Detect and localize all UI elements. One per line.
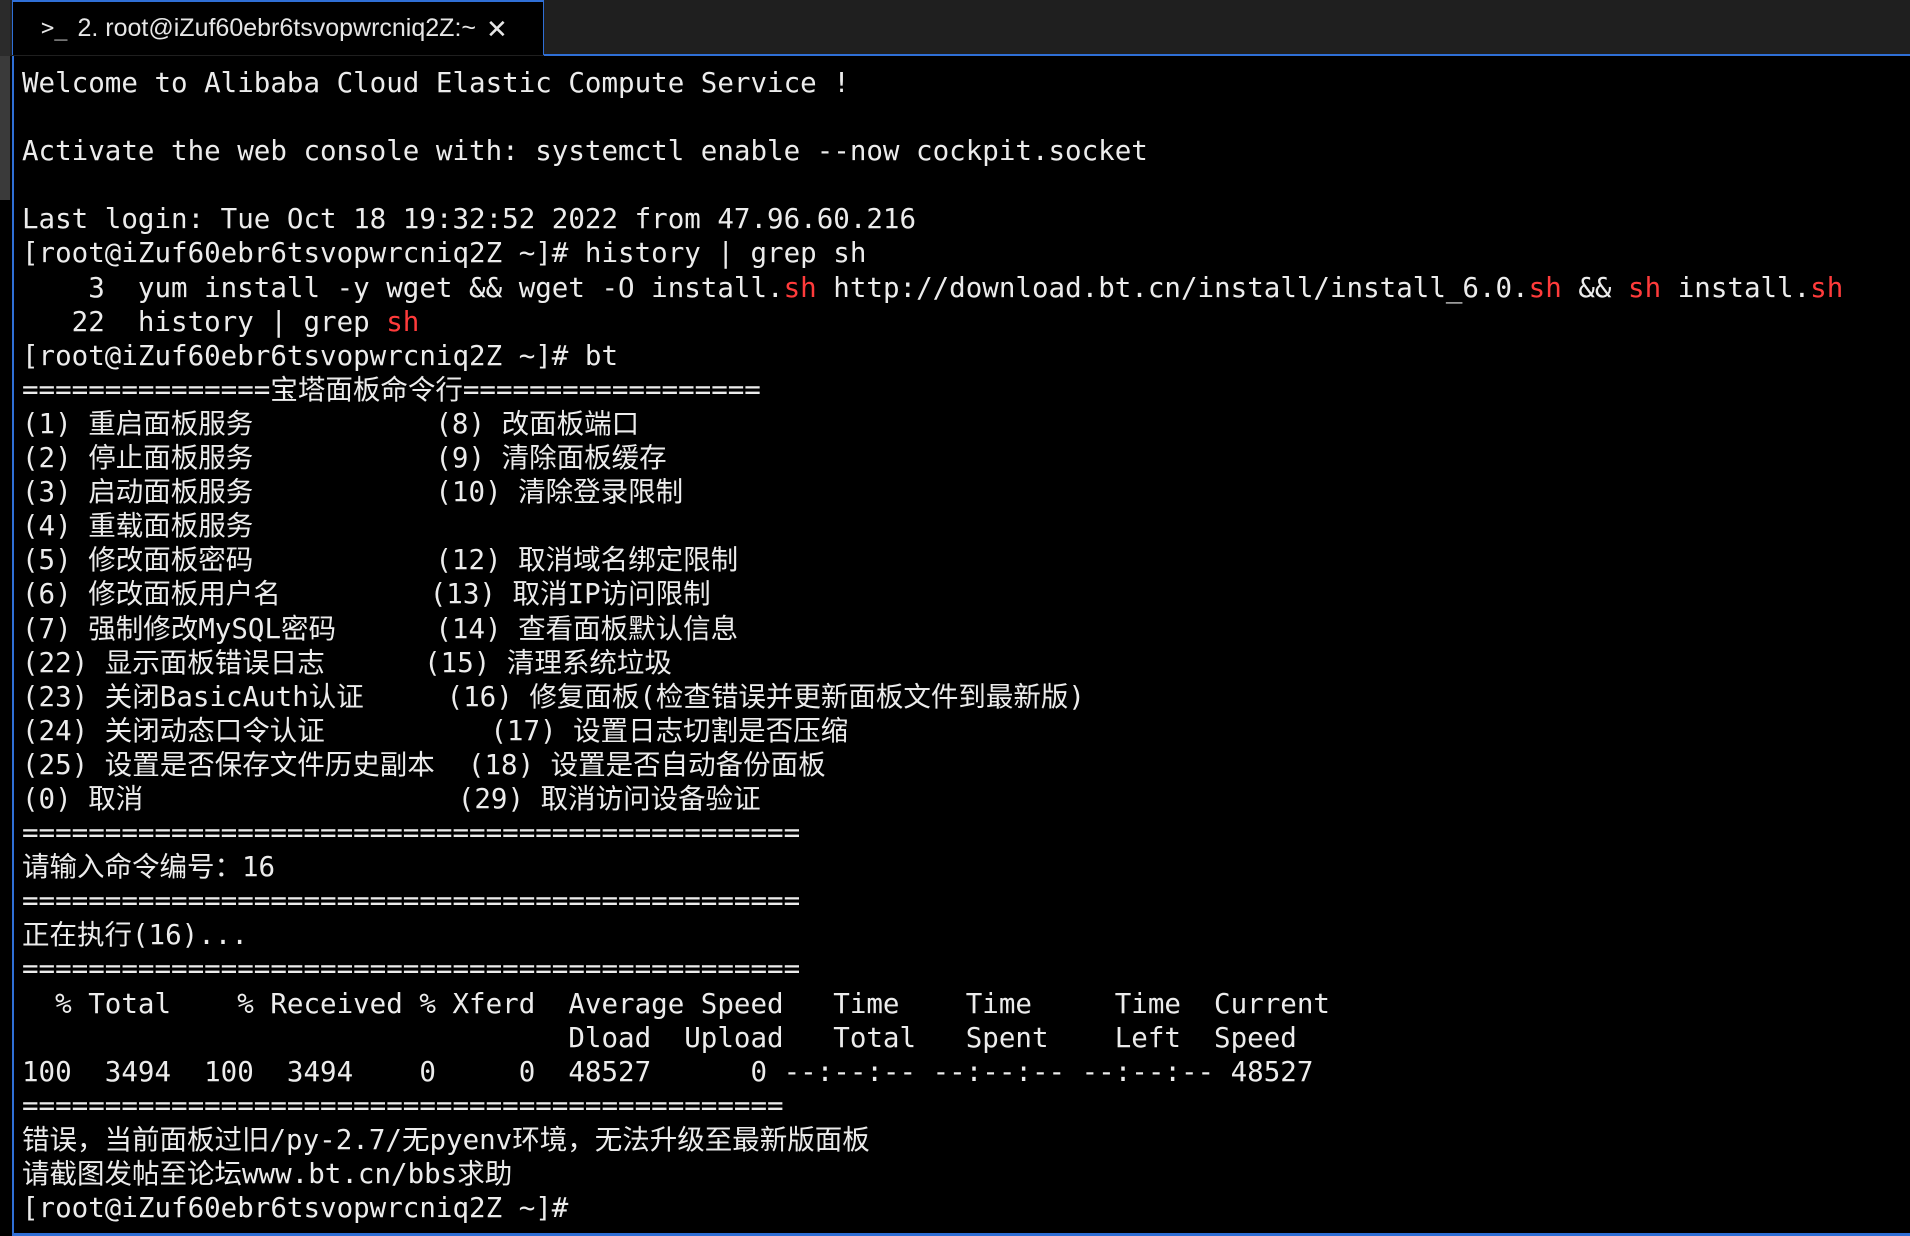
terminal-text: (0) 取消 (29) 取消访问设备验证 <box>22 782 761 815</box>
tab-bar: >_ 2. root@iZuf60ebr6tsvopwrcniq2Z:~ ✕ <box>0 0 1910 56</box>
terminal-line: ========================================… <box>22 1089 1902 1123</box>
terminal-tab[interactable]: >_ 2. root@iZuf60ebr6tsvopwrcniq2Z:~ ✕ <box>12 0 544 55</box>
terminal-text: [root@iZuf60ebr6tsvopwrcniq2Z ~]# histor… <box>22 237 867 270</box>
terminal-text: install. <box>1661 271 1811 304</box>
terminal-line: Last login: Tue Oct 18 19:32:52 2022 fro… <box>22 202 1902 236</box>
terminal-text: http://download.bt.cn/install/install_6.… <box>816 271 1529 304</box>
terminal-line: 100 3494 100 3494 0 0 48527 0 --:--:-- -… <box>22 1055 1902 1089</box>
tab-underline <box>544 54 1910 56</box>
terminal-line: 请截图发帖至论坛www.bt.cn/bbs求助 <box>22 1157 1902 1191</box>
terminal-text: 错误，当前面板过旧/py-2.7/无pyenv环境，无法升级至最新版面板 <box>22 1123 870 1156</box>
terminal-text: (24) 关闭动态口令认证 (17) 设置日志切割是否压缩 <box>22 714 849 747</box>
terminal-line: [root@iZuf60ebr6tsvopwrcniq2Z ~]# <box>22 1191 1902 1225</box>
terminal-text: (22) 显示面板错误日志 (15) 清理系统垃圾 <box>22 646 672 679</box>
terminal-text: (1) 重启面板服务 (8) 改面板端口 <box>22 407 640 440</box>
terminal-line: (3) 启动面板服务 (10) 清除登录限制 <box>22 475 1902 509</box>
terminal-text: (4) 重载面板服务 <box>22 510 254 543</box>
terminal-text: ========================================… <box>22 885 801 918</box>
terminal-line: (4) 重载面板服务 <box>22 509 1902 543</box>
terminal-line: (1) 重启面板服务 (8) 改面板端口 <box>22 407 1902 441</box>
terminal-line: % Total % Received % Xferd Average Speed… <box>22 987 1902 1021</box>
highlighted-match: sh <box>1528 271 1562 304</box>
terminal-line: (5) 修改面板密码 (12) 取消域名绑定限制 <box>22 543 1902 577</box>
terminal-text: Activate the web console with: systemctl… <box>22 135 1148 168</box>
terminal-text: (7) 强制修改MySQL密码 (14) 查看面板默认信息 <box>22 612 739 645</box>
terminal-text: (25) 设置是否保存文件历史副本 (18) 设置是否自动备份面板 <box>22 748 826 781</box>
terminal-text: [root@iZuf60ebr6tsvopwrcniq2Z ~]# <box>22 1192 569 1225</box>
highlighted-match: sh <box>1628 271 1662 304</box>
tab-title: 2. root@iZuf60ebr6tsvopwrcniq2Z:~ <box>77 14 477 42</box>
tab-bar-edge <box>0 0 10 56</box>
terminal-text: && <box>1561 271 1629 304</box>
terminal-text: (23) 关闭BasicAuth认证 (16) 修复面板(检查错误并更新面板文件… <box>22 680 1085 713</box>
terminal-text: 22 history | grep <box>22 305 387 338</box>
terminal-line: Welcome to Alibaba Cloud Elastic Compute… <box>22 66 1902 100</box>
pane-border-left <box>12 56 14 1236</box>
terminal-prompt-icon: >_ <box>41 16 68 41</box>
terminal-line: ========================================… <box>22 884 1902 918</box>
close-icon[interactable]: ✕ <box>486 16 508 42</box>
terminal-line: ========================================… <box>22 952 1902 986</box>
terminal-line: (23) 关闭BasicAuth认证 (16) 修复面板(检查错误并更新面板文件… <box>22 680 1902 714</box>
terminal-text: ========================================… <box>22 953 801 986</box>
highlighted-match: sh <box>1810 271 1844 304</box>
terminal-line: 错误，当前面板过旧/py-2.7/无pyenv环境，无法升级至最新版面板 <box>22 1123 1902 1157</box>
terminal-text: (6) 修改面板用户名 (13) 取消IP访问限制 <box>22 578 711 611</box>
terminal-text: Dload Upload Total Spent Left Speed <box>22 1021 1297 1054</box>
side-marker <box>0 56 10 200</box>
terminal-text: (3) 启动面板服务 (10) 清除登录限制 <box>22 476 684 509</box>
highlighted-match: sh <box>783 271 817 304</box>
terminal-line: Activate the web console with: systemctl… <box>22 134 1902 168</box>
terminal-text: % Total % Received % Xferd Average Speed… <box>22 987 1330 1020</box>
terminal-line: (6) 修改面板用户名 (13) 取消IP访问限制 <box>22 577 1902 611</box>
terminal-text: ===============宝塔面板命令行================== <box>22 373 761 406</box>
terminal-text: (2) 停止面板服务 (9) 清除面板缓存 <box>22 442 667 475</box>
terminal-line: (2) 停止面板服务 (9) 清除面板缓存 <box>22 441 1902 475</box>
terminal-line: (7) 强制修改MySQL密码 (14) 查看面板默认信息 <box>22 612 1902 646</box>
terminal-text: Last login: Tue Oct 18 19:32:52 2022 fro… <box>22 203 917 236</box>
terminal-line: (25) 设置是否保存文件历史副本 (18) 设置是否自动备份面板 <box>22 748 1902 782</box>
terminal-line: ===============宝塔面板命令行================== <box>22 373 1902 407</box>
terminal-line: [root@iZuf60ebr6tsvopwrcniq2Z ~]# histor… <box>22 236 1902 270</box>
terminal-text: 3 yum install -y wget && wget -O install… <box>22 271 784 304</box>
terminal-text: (5) 修改面板密码 (12) 取消域名绑定限制 <box>22 544 739 577</box>
terminal-text: Welcome to Alibaba Cloud Elastic Compute… <box>22 67 850 99</box>
terminal-line: 请输入命令编号：16 <box>22 850 1902 884</box>
terminal-line: 正在执行(16)... <box>22 918 1902 952</box>
terminal-text: ========================================… <box>22 817 801 850</box>
terminal-text: 请截图发帖至论坛www.bt.cn/bbs求助 <box>22 1158 513 1190</box>
terminal-line: [root@iZuf60ebr6tsvopwrcniq2Z ~]# bt <box>22 339 1902 373</box>
highlighted-match: sh <box>386 305 420 338</box>
terminal-text: 100 3494 100 3494 0 0 48527 0 --:--:-- -… <box>22 1055 1314 1088</box>
terminal-output[interactable]: Welcome to Alibaba Cloud Elastic Compute… <box>22 66 1902 1226</box>
terminal-line: ========================================… <box>22 816 1902 850</box>
terminal-text: ========================================… <box>22 1089 784 1122</box>
terminal-line: (0) 取消 (29) 取消访问设备验证 <box>22 782 1902 816</box>
terminal-line: 22 history | grep sh <box>22 305 1902 339</box>
terminal-text: [root@iZuf60ebr6tsvopwrcniq2Z ~]# bt <box>22 339 619 372</box>
terminal-line: Dload Upload Total Spent Left Speed <box>22 1021 1902 1055</box>
terminal-line: 3 yum install -y wget && wget -O install… <box>22 271 1902 305</box>
terminal-text: 请输入命令编号：16 <box>22 851 276 884</box>
terminal-line: (22) 显示面板错误日志 (15) 清理系统垃圾 <box>22 646 1902 680</box>
terminal-line: (24) 关闭动态口令认证 (17) 设置日志切割是否压缩 <box>22 714 1902 748</box>
terminal-text: 正在执行(16)... <box>22 919 248 952</box>
